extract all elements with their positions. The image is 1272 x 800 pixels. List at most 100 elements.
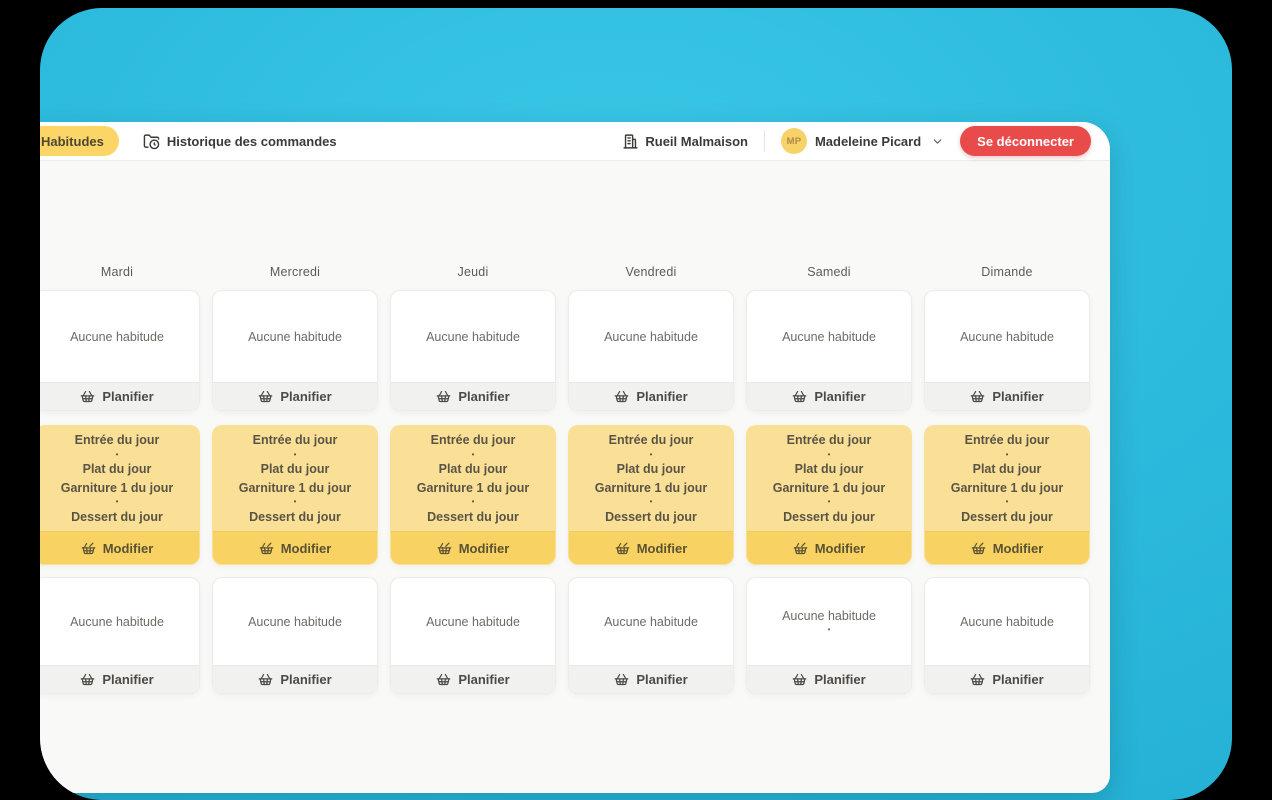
planifier-button[interactable]: Planifier [213, 382, 377, 410]
card-text-line: Aucune habitude [248, 614, 342, 629]
card-text-line: Dessert du jour [427, 509, 519, 524]
action-label: Planifier [814, 389, 866, 404]
modifier-button[interactable]: Modifier [391, 531, 555, 564]
card-text-line: Plat du jour [794, 462, 864, 477]
card-text-line: Garniture 1 du jour [238, 480, 352, 495]
topbar-divider [763, 130, 765, 152]
separator-dot: • [293, 497, 297, 507]
empty-habit-card: Aucune habitude Planifier [212, 577, 378, 694]
basket-icon [80, 389, 95, 404]
basket-edit-icon [259, 541, 274, 556]
action-label: Planifier [636, 389, 688, 404]
habit-card: Entrée du jour • Plat du jour Garniture 1 d… [40, 425, 200, 565]
card-body: Aucune habitude [40, 578, 199, 665]
card-text-line: Entrée du jour [430, 433, 516, 448]
card-text-line: Dessert du jour [249, 509, 341, 524]
planifier-button[interactable]: Planifier [213, 665, 377, 693]
tab-habitudes[interactable]: Habitudes [40, 126, 119, 156]
modifier-button[interactable]: Modifier [40, 531, 199, 564]
empty-habit-card: Aucune habitude Planifier [568, 577, 734, 694]
action-label: Planifier [458, 389, 510, 404]
empty-habit-card: Aucune habitude • Planifier [746, 577, 912, 694]
habit-card: Entrée du jour • Plat du jour Garniture 1 d… [390, 425, 556, 565]
user-name: Madeleine Picard [814, 133, 922, 149]
card-body: Entrée du jour • Plat du jour Garniture 1 d… [747, 426, 911, 531]
separator-dot: • [471, 449, 475, 459]
modifier-button[interactable]: Modifier [569, 531, 733, 564]
logout-button[interactable]: Se déconnecter [960, 126, 1091, 156]
day-header: Dimande [981, 265, 1033, 279]
card-body: Aucune habitude [569, 291, 733, 382]
planifier-button[interactable]: Planifier [747, 665, 911, 693]
day-column: Jeudi Aucune habitude Planifier Entrée du j… [390, 264, 556, 694]
card-text-line: Plat du jour [972, 462, 1042, 477]
day-header: Samedi [807, 265, 851, 279]
basket-icon [258, 672, 273, 687]
basket-icon [970, 672, 985, 687]
basket-edit-icon [971, 541, 986, 556]
planifier-button[interactable]: Planifier [40, 665, 199, 693]
separator-dot: • [827, 624, 831, 634]
separator-dot: • [115, 497, 119, 507]
card-body: Aucune habitude [40, 291, 199, 382]
habit-card: Entrée du jour • Plat du jour Garniture 1 d… [568, 425, 734, 565]
top-navigation-bar: Habitudes Historique des commandes Rueil… [40, 122, 1110, 161]
action-label: Modifier [992, 540, 1044, 556]
card-body: Entrée du jour • Plat du jour Garniture 1 d… [569, 426, 733, 531]
modifier-button[interactable]: Modifier [747, 531, 911, 564]
action-label: Planifier [102, 672, 154, 687]
planner-grid: Mardi Aucune habitude Planifier Entrée du j… [40, 160, 1110, 694]
planifier-button[interactable]: Planifier [925, 665, 1089, 693]
user-menu[interactable]: MP Madeleine Picard [780, 128, 944, 154]
planifier-button[interactable]: Planifier [391, 665, 555, 693]
card-text-line: Aucune habitude [426, 614, 520, 629]
card-text-line: Entrée du jour [252, 433, 338, 448]
planifier-button[interactable]: Planifier [569, 382, 733, 410]
planifier-button[interactable]: Planifier [40, 382, 199, 410]
planifier-button[interactable]: Planifier [391, 382, 555, 410]
card-body: Aucune habitude [925, 578, 1089, 665]
card-body: Entrée du jour • Plat du jour Garniture 1 d… [213, 426, 377, 531]
basket-edit-icon [615, 541, 630, 556]
card-text-line: Aucune habitude [70, 329, 164, 344]
empty-habit-card: Aucune habitude Planifier [390, 577, 556, 694]
card-text-line: Plat du jour [438, 462, 508, 477]
day-header: Vendredi [625, 265, 677, 279]
separator-dot: • [649, 497, 653, 507]
card-text-line: Entrée du jour [608, 433, 694, 448]
tab-historique-commandes[interactable]: Historique des commandes [143, 133, 337, 150]
card-text-line: Plat du jour [82, 462, 152, 477]
card-body: Aucune habitude [213, 291, 377, 382]
card-text-line: Entrée du jour [74, 433, 160, 448]
empty-habit-card: Aucune habitude Planifier [746, 290, 912, 411]
separator-dot: • [649, 449, 653, 459]
habit-card: Entrée du jour • Plat du jour Garniture 1 d… [924, 425, 1090, 565]
planifier-button[interactable]: Planifier [569, 665, 733, 693]
action-label: Planifier [814, 672, 866, 687]
modifier-button[interactable]: Modifier [213, 531, 377, 564]
location-label: Rueil Malmaison [645, 133, 748, 149]
planner-content: Mardi Aucune habitude Planifier Entrée du j… [40, 160, 1110, 793]
planifier-button[interactable]: Planifier [747, 382, 911, 410]
modifier-button[interactable]: Modifier [925, 531, 1089, 564]
day-column: Mardi Aucune habitude Planifier Entrée du j… [40, 264, 200, 694]
card-body: Aucune habitude [213, 578, 377, 665]
empty-habit-card: Aucune habitude Planifier [568, 290, 734, 411]
basket-icon [614, 389, 629, 404]
empty-habit-card: Aucune habitude Planifier [924, 577, 1090, 694]
separator-dot: • [471, 497, 475, 507]
empty-habit-card: Aucune habitude Planifier [212, 290, 378, 411]
basket-icon [970, 389, 985, 404]
card-body: Aucune habitude [391, 291, 555, 382]
card-body: Entrée du jour • Plat du jour Garniture 1 d… [925, 426, 1089, 531]
planifier-button[interactable]: Planifier [925, 382, 1089, 410]
card-text-line: Aucune habitude [604, 614, 698, 629]
habit-card: Entrée du jour • Plat du jour Garniture 1 d… [746, 425, 912, 565]
basket-edit-icon [793, 541, 808, 556]
card-body: Aucune habitude [569, 578, 733, 665]
card-text-line: Garniture 1 du jour [60, 480, 174, 495]
card-body: Entrée du jour • Plat du jour Garniture 1 d… [40, 426, 199, 531]
card-text-line: Entrée du jour [786, 433, 872, 448]
card-text-line: Aucune habitude [604, 329, 698, 344]
card-text-line: Aucune habitude [426, 329, 520, 344]
